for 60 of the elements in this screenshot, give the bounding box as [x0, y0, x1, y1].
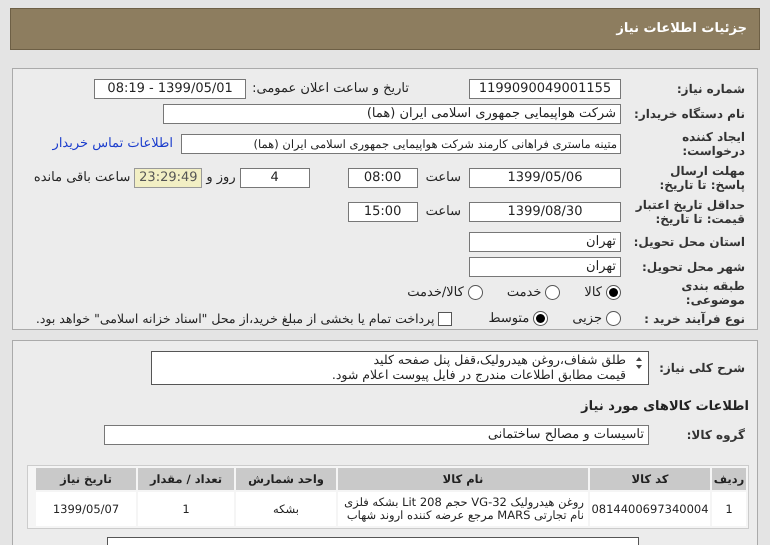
column-header: ردیف: [712, 468, 746, 490]
text-field[interactable]: 4: [240, 168, 310, 188]
description-line: قیمت مطابق اطلاعات مندرج در فایل پیوست اعلام شود.: [330, 367, 626, 382]
radio-button[interactable]: [468, 285, 483, 300]
contact-link[interactable]: اطلاعات تماس خریدار: [52, 134, 173, 154]
field-label: گروه کالا:: [686, 428, 745, 442]
field-label: نام دستگاه خریدار:: [634, 107, 745, 122]
text-field[interactable]: شرکت هواپیمایی جمهوری اسلامی ایران (هما): [163, 104, 621, 124]
text-field[interactable]: 1399/05/06: [469, 168, 621, 188]
field-label: مهلت ارسال پاسخ: تا تاریخ:: [660, 164, 745, 192]
text-field[interactable]: 1199090049001155: [469, 79, 621, 100]
text-field[interactable]: تهران: [469, 232, 621, 252]
field-label: روز و: [206, 169, 236, 188]
description-line: طلق شفاف،روغن هیدرولیک،قفل پنل صفحه کلید: [372, 352, 626, 367]
radio-label: متوسط: [488, 310, 530, 328]
column-header: تعداد / مقدار: [138, 468, 234, 490]
text-field[interactable]: تهران: [469, 256, 621, 277]
field-label: استان محل تحویل:: [634, 234, 745, 249]
radio-label: کالا: [584, 284, 602, 302]
table-cell: روغن هیدرولیک VG-32 حجم Lit 208 بشکه فلزی نام تجارتی MARS مرجع عرضه کننده اروند شهاب: [338, 492, 588, 526]
column-header: نام کالا: [338, 468, 588, 490]
goods-group-field[interactable]: تاسیسات و مصالح ساختمانی: [104, 425, 649, 445]
countdown-field: 23:29:49: [134, 168, 202, 188]
field-label: شهر محل تحویل:: [642, 260, 745, 274]
field-label: شرح کلی نیاز:: [659, 361, 745, 375]
table-cell: 0814400697340004: [590, 492, 710, 526]
table-cell: 1399/05/07: [36, 492, 136, 526]
column-header: کد کالا: [590, 468, 710, 490]
column-header: واحد شمارش: [236, 468, 336, 490]
table-cell: بشکه: [236, 492, 336, 526]
radio-label: خدمت: [506, 284, 542, 302]
text-field[interactable]: 1399/05/01 - 08:19: [94, 79, 246, 100]
text-field[interactable]: 1399/08/30: [469, 202, 621, 222]
checkbox-label: پرداخت تمام یا بخشی از مبلغ خرید،از محل "اسناد خزانه اسلامی" خواهد بود.: [36, 310, 434, 328]
field-label: تاریخ و ساعت اعلان عمومی:: [252, 80, 409, 98]
radio-button[interactable]: [533, 311, 548, 326]
field-label: طبقه بندی موضوعی:: [681, 278, 745, 307]
text-field[interactable]: 15:00: [348, 202, 418, 222]
field-label: ایجاد کننده درخواست:: [682, 130, 745, 158]
text-field[interactable]: متینه ماستری فراهانی کارمند شرکت هواپیمایی جمهوری اسلامی ایران (هما): [181, 134, 621, 154]
radio-label: جزیی: [572, 310, 602, 328]
table-cell: 1: [712, 492, 746, 526]
radio-button[interactable]: [545, 285, 560, 300]
field-label: شماره نیاز:: [676, 82, 745, 96]
scroll-arrows-icon: [635, 356, 643, 370]
field-label: نوع فرآیند خرید :: [644, 312, 745, 326]
description-textarea[interactable]: طلق شفاف،روغن هیدرولیک،قفل پنل صفحه کلید قیمت مطابق اطلاعات مندرج در فایل پیوست اعلام شود.: [151, 351, 649, 385]
radio-button[interactable]: [606, 285, 621, 300]
checkbox[interactable]: [438, 312, 452, 326]
table-cell: 1: [138, 492, 234, 526]
field-label: ساعت: [426, 203, 461, 222]
field-label: حداقل تاریخ اعتبار قیمت: تا تاریخ:: [636, 198, 745, 226]
text-field[interactable]: 08:00: [348, 168, 418, 188]
column-header: تاریخ نیاز: [36, 468, 136, 490]
field-label: ساعت باقی مانده: [34, 169, 130, 188]
radio-button[interactable]: [606, 311, 621, 326]
page-title: جزئیات اطلاعات نیاز: [616, 20, 747, 38]
field-label: ساعت: [426, 169, 461, 188]
section-title: اطلاعات کالاهای مورد نیاز: [581, 399, 749, 414]
radio-label: کالا/خدمت: [407, 284, 464, 302]
